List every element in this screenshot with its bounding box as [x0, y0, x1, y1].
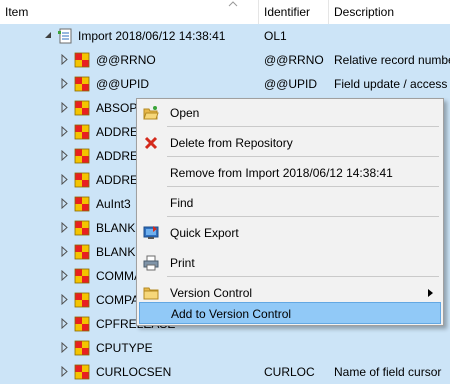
tree-row-description: [334, 336, 450, 360]
column-header: Item Identifier Description: [0, 0, 450, 25]
collapsed-triangle-icon[interactable]: [61, 54, 69, 65]
menu-item-delete-from-repository[interactable]: Delete from Repository: [139, 132, 441, 154]
tree-row-description: Field update / access i: [334, 77, 450, 91]
field-object-icon: [74, 316, 90, 332]
red-x-icon: [144, 136, 158, 150]
tree-row[interactable]: @@UPID @@UPID Field update / access i: [0, 72, 450, 96]
menu-separator: [167, 276, 439, 277]
menu-item-version-control[interactable]: Version Control: [139, 282, 441, 304]
menu-item-print[interactable]: Print: [139, 252, 441, 274]
collapsed-triangle-icon[interactable]: [61, 246, 69, 257]
menu-item-find[interactable]: Find: [139, 192, 441, 214]
menu-item-add-to-version-control[interactable]: Add to Version Control: [139, 302, 441, 324]
collapsed-triangle-icon[interactable]: [61, 78, 69, 89]
field-object-icon: [74, 364, 90, 380]
collapsed-triangle-icon[interactable]: [61, 366, 69, 377]
menu-item-label: Remove from Import 2018/06/12 14:38:41: [170, 166, 393, 180]
tree-row-identifier: OL1: [264, 29, 287, 43]
menu-item-label: Open: [170, 106, 200, 120]
tree-row-import[interactable]: Import 2018/06/12 14:38:41 OL1: [0, 24, 450, 48]
column-header-item[interactable]: Item: [0, 0, 258, 24]
tree-row-description: Relative record number: [334, 53, 450, 67]
collapsed-triangle-icon[interactable]: [61, 318, 69, 329]
sort-chevron-up-icon: [228, 1, 238, 7]
field-object-icon: [74, 220, 90, 236]
printer-icon: [143, 255, 159, 271]
expanded-triangle-icon[interactable]: [44, 31, 52, 39]
monitor-export-icon: [143, 226, 159, 239]
folder-icon: [143, 287, 159, 300]
tree-row-name: CPUTYPE: [96, 341, 153, 355]
menu-item-label: Print: [170, 256, 195, 270]
field-object-icon: [74, 52, 90, 68]
menu-item-open[interactable]: Open: [139, 102, 441, 124]
tree-row[interactable]: @@RRNO @@RRNO Relative record number: [0, 48, 450, 72]
collapsed-triangle-icon[interactable]: [61, 270, 69, 281]
collapsed-triangle-icon[interactable]: [61, 294, 69, 305]
menu-separator: [167, 216, 439, 217]
menu-item-label: Delete from Repository: [170, 136, 293, 150]
field-object-icon: [74, 268, 90, 284]
tree-row-identifier: @@RRNO: [264, 53, 324, 67]
submenu-arrow-icon: [428, 289, 433, 297]
collapsed-triangle-icon[interactable]: [61, 150, 69, 161]
collapsed-triangle-icon[interactable]: [61, 222, 69, 233]
menu-item-label: Version Control: [170, 286, 253, 300]
tree-row-identifier: [264, 336, 328, 360]
field-object-icon: [74, 292, 90, 308]
menu-item-quick-export[interactable]: Quick Export: [139, 222, 441, 244]
menu-item-label: Find: [170, 196, 194, 210]
column-header-identifier[interactable]: Identifier: [258, 0, 328, 24]
field-object-icon: [74, 244, 90, 260]
field-object-icon: [74, 172, 90, 188]
menu-item-label: Add to Version Control: [171, 307, 292, 321]
tree-row[interactable]: CURLOCSEN CURLOC Name of field cursor: [0, 360, 450, 384]
menu-separator: [167, 156, 439, 157]
menu-separator: [167, 126, 439, 127]
collapsed-triangle-icon[interactable]: [61, 198, 69, 209]
tree-row-name: CURLOCSEN: [96, 365, 172, 379]
tree-row-name: @@RRNO: [96, 53, 156, 67]
menu-item-label: Quick Export: [170, 226, 239, 240]
column-header-description[interactable]: Description: [328, 0, 450, 24]
context-menu: Open Delete from Repository Remove from …: [136, 98, 444, 326]
tree-row-identifier: CURLOC: [264, 365, 315, 379]
field-object-icon: [74, 196, 90, 212]
collapsed-triangle-icon[interactable]: [61, 102, 69, 113]
tree-row-identifier: @@UPID: [264, 77, 318, 91]
tree-row-description: Name of field cursor: [334, 365, 442, 379]
field-object-icon: [74, 100, 90, 116]
tree-row-label: Import 2018/06/12 14:38:41: [78, 29, 226, 43]
tree-row[interactable]: CPUTYPE: [0, 336, 450, 360]
folder-open-icon: [143, 106, 159, 120]
field-object-icon: [74, 124, 90, 140]
field-object-icon: [74, 340, 90, 356]
menu-item-remove-from-import[interactable]: Remove from Import 2018/06/12 14:38:41: [139, 162, 441, 184]
field-object-icon: [74, 76, 90, 92]
menu-separator: [167, 186, 439, 187]
collapsed-triangle-icon[interactable]: [61, 342, 69, 353]
collapsed-triangle-icon[interactable]: [61, 126, 69, 137]
collapsed-triangle-icon[interactable]: [61, 174, 69, 185]
tree-row-description: [334, 24, 450, 48]
import-document-icon: [58, 28, 72, 44]
field-object-icon: [74, 148, 90, 164]
tree-row-name: @@UPID: [96, 77, 150, 91]
